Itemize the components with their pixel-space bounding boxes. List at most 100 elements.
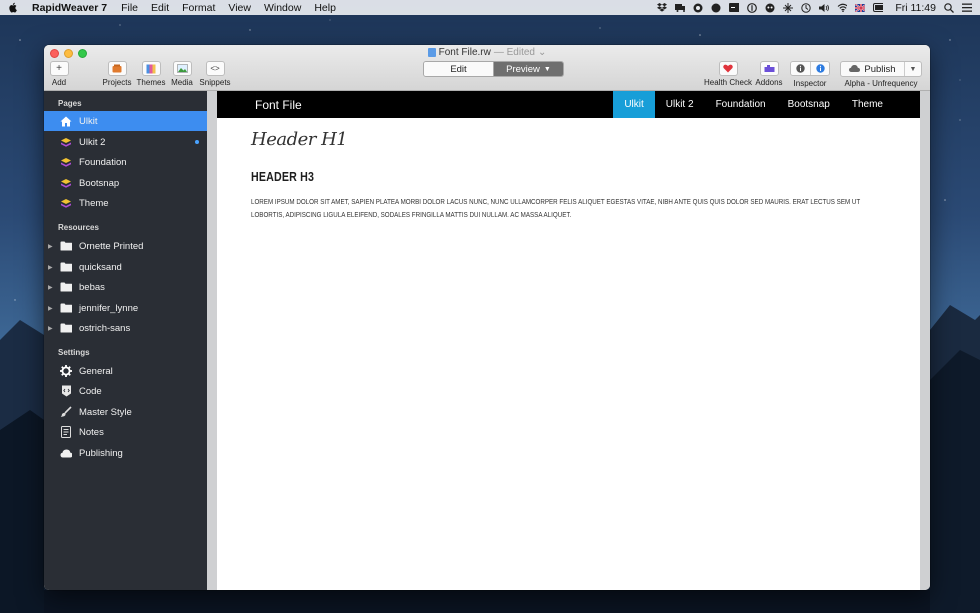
menu-format[interactable]: Format xyxy=(182,2,215,14)
stack-icon xyxy=(60,177,72,189)
site-nav-link-bootsnap[interactable]: Bootsnap xyxy=(777,91,841,118)
wifi-icon[interactable] xyxy=(837,3,848,13)
time-machine-icon[interactable] xyxy=(801,2,812,13)
home-icon xyxy=(60,115,72,127)
publish-button[interactable]: Publish xyxy=(841,62,905,76)
themes-icon[interactable] xyxy=(141,61,161,76)
publish-button-group: Publish ▼ xyxy=(840,61,922,77)
sidebar-item-label: Ornette Printed xyxy=(79,240,144,252)
brush-icon xyxy=(60,406,72,418)
rapidweaver-window: Font File.rw — Edited ⌄ + Add Projects T… xyxy=(44,45,930,590)
add-label: Add xyxy=(51,78,67,87)
battery-icon[interactable] xyxy=(873,3,884,13)
gear-icon xyxy=(60,365,72,377)
media-icon[interactable] xyxy=(172,61,192,76)
sidebar-item-label: bebas xyxy=(79,281,105,293)
sidebar-item-ulkit-2[interactable]: Ulkit 2 xyxy=(44,132,207,152)
menu-view[interactable]: View xyxy=(228,2,251,14)
add-tool[interactable]: + Add xyxy=(44,61,76,87)
disc-icon[interactable] xyxy=(711,3,721,13)
preview-mode-button[interactable]: Preview ▼ xyxy=(494,62,563,76)
truck-icon[interactable] xyxy=(675,3,686,13)
settings-item-code[interactable]: Code xyxy=(44,381,207,401)
health-check-label: Health Check xyxy=(703,78,753,87)
health-check-tool[interactable]: Health Check xyxy=(704,61,752,87)
resource-folder-jennifer-lynne[interactable]: ▶ jennifer_lynne xyxy=(44,298,207,318)
edited-status[interactable]: — Edited xyxy=(494,47,535,58)
alien-icon[interactable] xyxy=(765,3,775,13)
plus-icon[interactable]: + xyxy=(49,61,69,76)
inspector-label: Inspector xyxy=(793,79,827,88)
site-nav-link-ulkit[interactable]: Ulkit xyxy=(613,91,655,118)
sidebar-item-theme[interactable]: Theme xyxy=(44,193,207,213)
heart-icon[interactable] xyxy=(718,61,738,76)
snippets-tool[interactable]: <> Snippets xyxy=(198,61,232,87)
document-name: Font File.rw xyxy=(438,47,491,58)
terminal-icon[interactable] xyxy=(729,3,740,13)
addons-icon[interactable] xyxy=(759,61,779,76)
sidebar-item-ulkit[interactable]: Ulkit xyxy=(44,111,207,131)
themes-tool[interactable]: Themes xyxy=(134,61,168,87)
chevron-down-icon[interactable]: ⌄ xyxy=(538,47,546,58)
publish-dropdown-caret-icon[interactable]: ▼ xyxy=(905,62,921,76)
notes-icon xyxy=(60,426,72,438)
info-circle-icon[interactable] xyxy=(747,2,758,13)
menubar-clock[interactable]: Fri 11:49 xyxy=(895,2,936,14)
window-title: Font File.rw — Edited ⌄ xyxy=(44,47,930,58)
resource-folder-ostrich-sans[interactable]: ▶ ostrich-sans xyxy=(44,318,207,338)
resource-folder-quicksand[interactable]: ▶ quicksand xyxy=(44,257,207,277)
disclosure-triangle-icon[interactable]: ▶ xyxy=(48,325,53,332)
disclosure-triangle-icon[interactable]: ▶ xyxy=(48,243,53,250)
addons-tool[interactable]: Addons xyxy=(752,61,786,87)
sidebar-item-label: Notes xyxy=(79,426,104,438)
web-preview-page: Font File Ulkit Ulkit 2 Foundation Boots… xyxy=(217,91,920,590)
sidebar-item-label: quicksand xyxy=(79,261,122,273)
settings-item-master-style[interactable]: Master Style xyxy=(44,402,207,422)
info-icon[interactable] xyxy=(791,62,810,75)
blue-info-icon[interactable] xyxy=(810,62,829,75)
media-tool[interactable]: Media xyxy=(165,61,199,87)
dropbox-icon[interactable] xyxy=(657,3,668,13)
disclosure-triangle-icon[interactable]: ▶ xyxy=(48,264,53,271)
sidebar-item-label: ostrich-sans xyxy=(79,322,131,334)
settings-item-general[interactable]: General xyxy=(44,361,207,381)
uk-flag-icon[interactable] xyxy=(855,3,866,13)
menu-file[interactable]: File xyxy=(121,2,138,14)
site-brand[interactable]: Font File xyxy=(255,98,302,112)
menu-window[interactable]: Window xyxy=(264,2,301,14)
caret-down-icon: ▼ xyxy=(543,65,551,73)
record-icon[interactable] xyxy=(693,3,703,13)
spotlight-search-icon[interactable] xyxy=(944,2,954,13)
menu-help[interactable]: Help xyxy=(314,2,336,14)
disclosure-triangle-icon[interactable]: ▶ xyxy=(48,305,53,312)
settings-item-publishing[interactable]: Publishing xyxy=(44,443,207,463)
settings-item-notes[interactable]: Notes xyxy=(44,422,207,442)
header-h1: Header H1 xyxy=(251,129,348,150)
site-nav-link-foundation[interactable]: Foundation xyxy=(705,91,777,118)
disclosure-triangle-icon[interactable]: ▶ xyxy=(48,284,53,291)
sidebar-item-label: Foundation xyxy=(79,156,127,168)
body-paragraph: Lorem ipsum dolor sit amet, sapien plate… xyxy=(251,197,861,219)
sidebar-item-foundation[interactable]: Foundation xyxy=(44,152,207,172)
sidebar-item-label: Ulkit xyxy=(79,115,98,127)
notification-center-icon[interactable] xyxy=(962,3,972,13)
sidebar-item-label: jennifer_lynne xyxy=(79,302,139,314)
edit-mode-button[interactable]: Edit xyxy=(424,62,494,76)
app-menu[interactable]: RapidWeaver 7 xyxy=(32,2,107,14)
resource-folder-bebas[interactable]: ▶ bebas xyxy=(44,277,207,297)
site-nav-link-theme[interactable]: Theme xyxy=(841,91,894,118)
apple-icon[interactable] xyxy=(8,2,18,13)
projects-icon[interactable] xyxy=(107,61,127,76)
menubar: RapidWeaver 7 File Edit Format View Wind… xyxy=(0,0,980,15)
projects-tool[interactable]: Projects xyxy=(100,61,134,87)
folder-icon xyxy=(60,322,72,334)
sidebar-item-label: Code xyxy=(79,385,102,397)
code-brackets-icon[interactable]: <> xyxy=(205,61,225,76)
volume-icon[interactable] xyxy=(819,3,830,13)
sidebar-item-bootsnap[interactable]: Bootsnap xyxy=(44,173,207,193)
site-nav-link-ulkit-2[interactable]: Ulkit 2 xyxy=(655,91,705,118)
network-icon[interactable] xyxy=(783,2,794,13)
publish-target: Alpha - Unfrequency xyxy=(844,79,918,88)
resource-folder-ornette-printed[interactable]: ▶ Ornette Printed xyxy=(44,236,207,256)
menu-edit[interactable]: Edit xyxy=(151,2,169,14)
